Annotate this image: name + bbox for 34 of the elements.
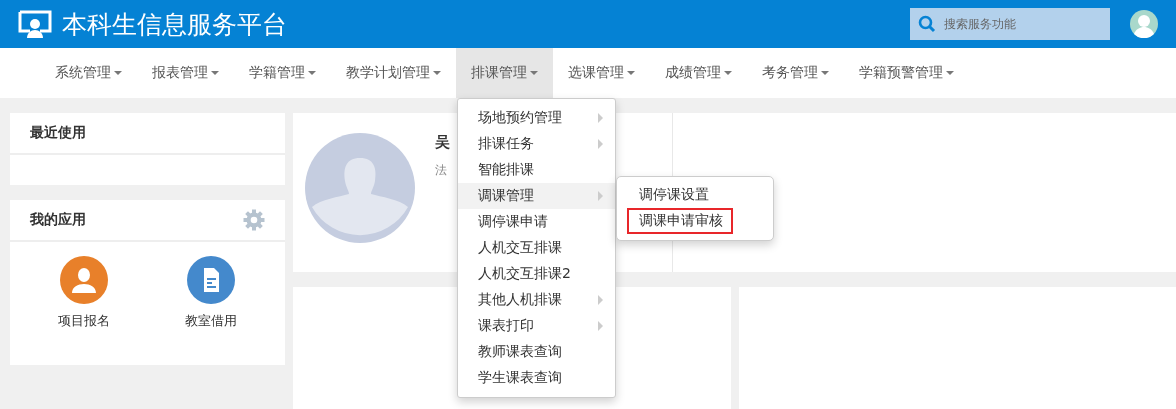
app-label[interactable]: 教室借用: [185, 312, 238, 330]
menu-item[interactable]: 智能排课: [458, 157, 615, 183]
nav-menu-item[interactable]: 系统管理: [40, 48, 137, 98]
search-field[interactable]: 搜索服务功能: [910, 8, 1110, 40]
nav-menu-item[interactable]: 选课管理: [553, 48, 650, 98]
nav-menu-item[interactable]: 排课管理: [456, 48, 553, 98]
nav-menu-item[interactable]: 学籍预警管理: [844, 48, 969, 98]
nav-menu-item[interactable]: 教学计划管理: [331, 48, 456, 98]
nav-menu-item[interactable]: 报表管理: [137, 48, 234, 98]
menu-item[interactable]: 教师课表查询: [458, 339, 615, 365]
app-label[interactable]: 项目报名: [57, 312, 110, 330]
submenu-item[interactable]: 调课申请审核: [627, 208, 733, 234]
menu-item[interactable]: 课表打印: [458, 313, 615, 339]
person-icon[interactable]: [59, 256, 108, 304]
menu-item[interactable]: 调停课申请: [458, 209, 615, 235]
avatar-icon[interactable]: [1130, 10, 1158, 38]
search-icon: [918, 15, 936, 33]
app-title: 本科生信息服务平台: [62, 8, 288, 41]
menu-item[interactable]: 人机交互排课: [458, 235, 615, 261]
document-icon[interactable]: [187, 256, 236, 304]
menu-item[interactable]: 学生课表查询: [458, 365, 615, 391]
menu-item[interactable]: 排课任务: [458, 131, 615, 157]
menu-item[interactable]: 人机交互排课2: [458, 261, 615, 287]
user-department: 法: [435, 162, 447, 179]
nav-menu-item[interactable]: 成绩管理: [650, 48, 747, 98]
user-name: 吴: [435, 133, 450, 152]
menu-item[interactable]: 其他人机排课: [458, 287, 615, 313]
logo-icon: [18, 9, 52, 39]
submenu-item[interactable]: 调停课设置: [627, 182, 719, 208]
menu-item[interactable]: 场地预约管理: [458, 105, 615, 131]
card-title: 最近使用: [30, 124, 86, 142]
card-title: 我的应用: [30, 211, 86, 229]
nav-menu-item[interactable]: 学籍管理: [234, 48, 331, 98]
nav-menu-item[interactable]: 考务管理: [747, 48, 844, 98]
